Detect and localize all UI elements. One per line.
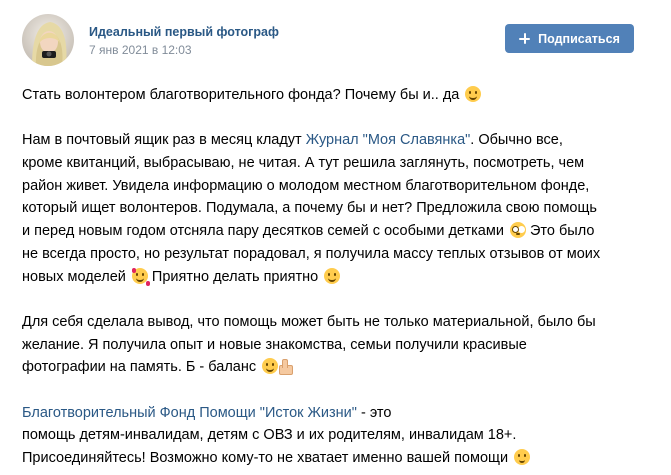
author-name-link[interactable]: Идеальный первый фотограф <box>89 25 279 39</box>
text-fragment: Нам в почтовый ящик раз в месяц кладут <box>22 132 306 149</box>
avatar-photo-icon <box>22 14 74 66</box>
winking-face-emoji-icon <box>514 449 531 465</box>
subscribe-button-label: Подписаться <box>538 31 620 46</box>
text-fragment: Присоединяйтесь! Возможно кому-то не хва… <box>22 450 509 466</box>
text-fragment: . Обычно все, <box>470 132 563 149</box>
text-line: желание. Я получила опыт и новые знакомс… <box>22 336 527 353</box>
text-fragment: Стать волонтером благотворительного фонд… <box>22 87 460 103</box>
text-line: фотографии на память. Б - баланс <box>22 356 652 379</box>
text-line: который ищет волонтеров. Подумала, а поч… <box>22 200 597 217</box>
text-fragment: фотографии на память. Б - баланс <box>22 359 257 376</box>
smiling-face-emoji-icon <box>324 267 341 284</box>
text-line: Нам в почтовый ящик раз в месяц кладут Ж… <box>22 129 652 152</box>
text-line: Стать волонтером благотворительного фонд… <box>22 84 652 107</box>
text-fragment: Приятно делать приятно <box>147 268 319 285</box>
text-line: новых моделей Приятно делать приятно <box>22 266 652 289</box>
magazine-link[interactable]: Журнал "Моя Славянка" <box>306 132 471 148</box>
wall-post: Идеальный первый фотограф 7 янв 2021 в 1… <box>0 0 671 475</box>
text-line: Присоединяйтесь! Возможно кому-то не хва… <box>22 447 652 470</box>
text-line: не всегда просто, но результат порадовал… <box>22 245 601 262</box>
smiling-face-emoji-icon <box>262 358 279 375</box>
text-line: помощь детям-инвалидам, детям с ОВЗ и их… <box>22 427 517 444</box>
text-line: Благотворительный Фонд Помощи "Исток Жиз… <box>22 402 652 425</box>
text-fragment: новых моделей <box>22 268 126 285</box>
text-line: кроме квитанций, выбрасываю, не читая. А… <box>22 155 585 172</box>
text-line: район живет. Увидела информацию о молодо… <box>22 177 590 194</box>
post-text: Стать волонтером благотворительного фонд… <box>22 84 652 470</box>
text-fragment: - это <box>356 404 392 421</box>
plus-icon <box>519 33 531 44</box>
text-line: Для себя сделала вывод, что помощь может… <box>22 313 596 330</box>
thumbs-up-emoji-icon <box>279 359 294 376</box>
smiling-face-emoji-icon <box>465 86 482 102</box>
text-fragment: и перед новым годом отсняла пару десятко… <box>22 223 504 240</box>
subscribe-button[interactable]: Подписаться <box>505 24 634 53</box>
text-line: и перед новым годом отсняла пару десятко… <box>22 220 652 243</box>
text-fragment: Это было <box>525 223 595 240</box>
foundation-link[interactable]: Благотворительный Фонд Помощи "Исток Жиз… <box>22 405 357 421</box>
author-avatar[interactable] <box>22 14 74 66</box>
smiling-face-with-hearts-emoji-icon <box>131 267 148 284</box>
post-date-link[interactable]: 7 янв 2021 в 12:03 <box>89 43 192 57</box>
flushed-face-emoji-icon <box>509 222 526 239</box>
post-header: Идеальный первый фотограф 7 янв 2021 в 1… <box>22 14 634 66</box>
